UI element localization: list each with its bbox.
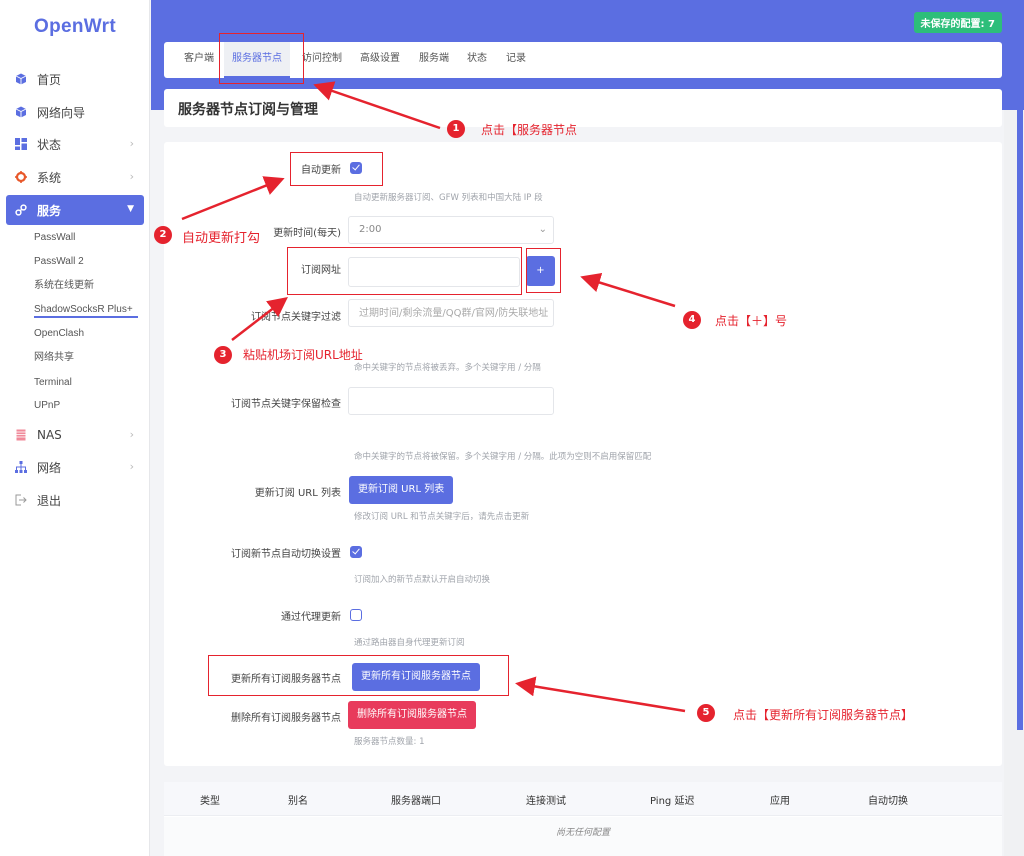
chevron-down-icon: ▼ [127,204,134,214]
annotation-box-update-all [208,655,509,696]
sidebar-subitem-passwall2[interactable]: PassWall 2 [34,254,84,270]
filter-keywords-label: 订阅节点关键字过滤 [251,312,341,323]
tab-status[interactable]: 状态 [467,42,487,78]
page-title: 服务器节点订阅与管理 [178,102,318,118]
sidebar-subitem-online-update[interactable]: 系统在线更新 [34,278,94,294]
update-time-select[interactable]: 2:00 ⌄ [348,216,554,244]
step-badge-2: 2 [154,226,172,244]
sidebar-item-label: 首页 [37,72,62,87]
step-text-2: 自动更新打勾 [182,231,261,246]
storage-icon [15,429,27,441]
tab-server[interactable]: 服务端 [419,42,449,78]
sidebar-item-nas[interactable]: NAS › [6,420,144,450]
column-auto-switch: 自动切换 [868,796,908,807]
column-connection-test: 连接测试 [526,796,566,807]
tab-log[interactable]: 记录 [506,42,526,78]
sidebar-item-services[interactable]: 服务 ▼ [6,195,144,225]
via-proxy-desc: 通过路由器自身代理更新订阅 [354,638,465,648]
update-url-list-desc: 修改订阅 URL 和节点关键字后，请先点击更新 [354,512,530,522]
step-text-1: 点击【服务器节点 [481,123,578,137]
sidebar-item-network[interactable]: 网络 › [6,452,144,482]
sidebar-item-label: 系统 [37,170,62,185]
cube-icon [15,73,27,85]
sidebar-item-label: 状态 [37,137,62,152]
chevron-right-icon: › [129,137,134,150]
via-proxy-label: 通过代理更新 [281,612,341,623]
annotation-box-plus [526,248,561,293]
step-badge-3: 3 [214,346,232,364]
auto-switch-checkbox[interactable] [350,546,362,558]
sidebar-item-status[interactable]: 状态 › [6,129,144,159]
keep-keywords-input[interactable] [348,387,554,415]
column-server-port: 服务器端口 [391,796,441,807]
update-url-list-button[interactable]: 更新订阅 URL 列表 [349,476,454,504]
chevron-right-icon: › [129,170,134,183]
tab-access-control[interactable]: 访问控制 [302,42,342,78]
sidebar-subitem-network-share[interactable]: 网络共享 [34,350,74,366]
sidebar-subitem-passwall[interactable]: PassWall [34,230,75,246]
filter-keywords-desc: 命中关键字的节点将被丢弃。多个关键字用 / 分隔 [354,363,541,373]
gear-icon [15,171,27,183]
update-time-value: 2:00 [359,224,382,235]
table-header: 类型 别名 服务器端口 连接测试 Ping 延迟 应用 自动切换 [164,782,1002,816]
title-card: 服务器节点订阅与管理 [164,89,1002,127]
sidebar-subitem-upnp[interactable]: UPnP [34,398,60,414]
step-badge-1: 1 [447,120,465,138]
keep-keywords-desc: 命中关键字的节点将被保留。多个关键字用 / 分隔。此项为空则不启用保留匹配 [354,452,652,462]
sidebar-item-system[interactable]: 系统 › [6,162,144,192]
sidebar-item-label: 网络向导 [37,105,86,120]
openwrt-logo[interactable]: OpenWrt [0,16,150,38]
network-icon [15,461,27,473]
annotation-box-url [287,247,522,295]
sidebar-item-home[interactable]: 首页 [6,64,144,94]
server-nodes-table: 类型 别名 服务器端口 连接测试 Ping 延迟 应用 自动切换 尚无任何配置 [164,782,1002,856]
annotation-box-tab [219,33,304,84]
sidebar-subitem-ssr-plus[interactable]: ShadowSocksR Plus+ [34,302,138,318]
sidebar-item-label: 网络 [37,460,62,475]
sidebar-subitem-openclash[interactable]: OpenClash [34,326,84,342]
column-alias: 别名 [288,796,308,807]
chevron-down-icon: ⌄ [538,224,547,235]
sidebar-item-network-wizard[interactable]: 网络向导 [6,97,144,127]
auto-update-desc: 自动更新服务器订阅、GFW 列表和中国大陆 IP 段 [354,193,543,203]
sidebar-subitem-terminal[interactable]: Terminal [34,375,72,391]
tab-client[interactable]: 客户端 [184,42,214,78]
sidebar-item-label: NAS [37,428,62,442]
node-count: 服务器节点数量: 1 [354,737,425,747]
step-badge-5: 5 [697,704,715,722]
tab-advanced-settings[interactable]: 高级设置 [360,42,400,78]
unsaved-config-badge[interactable]: 未保存的配置: 7 [913,12,1002,33]
dashboard-icon [15,138,27,150]
step-text-5: 点击【更新所有订阅服务器节点】 [733,708,914,722]
table-empty-row: 尚无任何配置 [164,817,1002,856]
cube-icon [15,106,27,118]
filter-keywords-input[interactable] [348,299,554,327]
sidebar: OpenWrt 首页 网络向导 状态 › 系统 › 服务 ▼ PassWall … [0,0,150,856]
chevron-right-icon: › [129,460,134,473]
step-badge-4: 4 [683,311,701,329]
sidebar-item-label: 退出 [37,493,62,508]
annotation-box-auto-update [290,152,383,186]
logout-icon [15,494,27,506]
sidebar-item-label: 服务 [37,203,62,218]
update-url-list-label: 更新订阅 URL 列表 [254,488,341,499]
chevron-right-icon: › [129,428,134,441]
column-apply: 应用 [770,796,790,807]
scrollbar-thumb[interactable] [1017,0,1023,730]
sidebar-item-logout[interactable]: 退出 [6,485,144,515]
step-text-4: 点击【＋】号 [715,314,788,328]
via-proxy-checkbox[interactable] [350,609,362,621]
delete-all-nodes-button[interactable]: 删除所有订阅服务器节点 [348,701,476,729]
auto-switch-label: 订阅新节点自动切换设置 [231,549,341,560]
column-ping: Ping 延迟 [650,796,695,807]
delete-all-label: 删除所有订阅服务器节点 [231,713,341,724]
link-icon [15,204,27,216]
keep-keywords-label: 订阅节点关键字保留检查 [231,399,341,410]
step-text-3: 粘贴机场订阅URL地址 [243,348,363,362]
auto-switch-desc: 订阅加入的新节点默认开启自动切换 [354,575,491,585]
column-type: 类型 [200,796,220,807]
